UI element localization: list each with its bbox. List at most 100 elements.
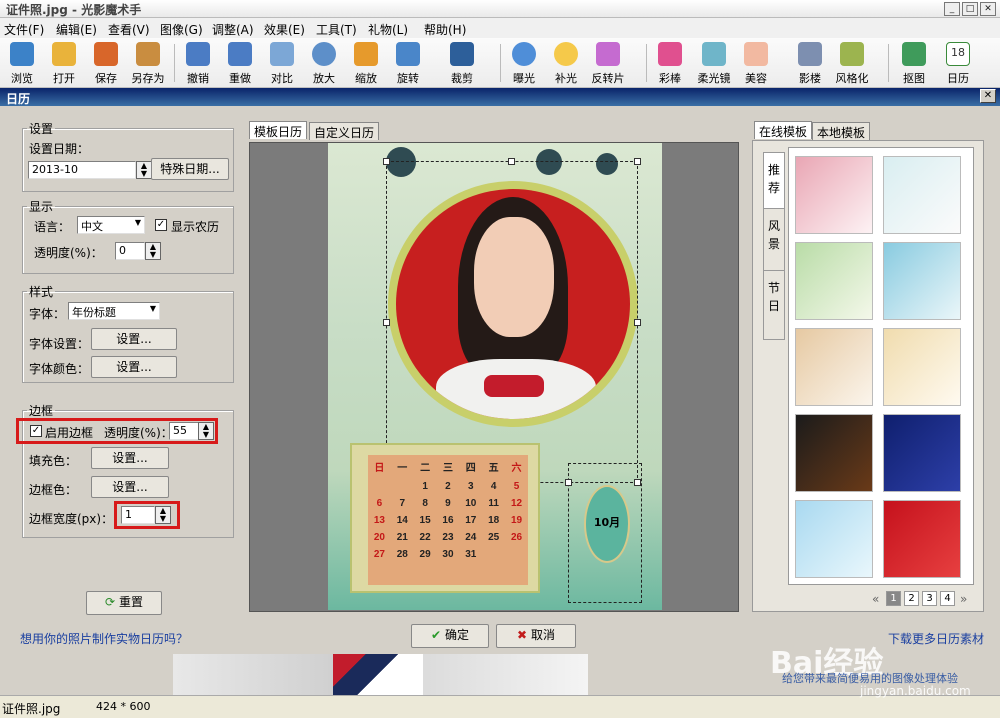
- studio-button[interactable]: 影楼: [790, 38, 830, 88]
- menu-file[interactable]: 文件(F): [4, 21, 44, 38]
- menu-adjust[interactable]: 调整(A): [212, 21, 254, 38]
- menu-image[interactable]: 图像(G): [160, 21, 203, 38]
- window-close-button[interactable]: ✕: [980, 2, 996, 16]
- dialog-title: 日历: [0, 88, 1000, 106]
- fill-color-button[interactable]: 设置...: [91, 447, 169, 469]
- compare-icon: [270, 42, 294, 66]
- calendar-day: 8: [422, 498, 428, 509]
- exposure-button[interactable]: 曝光: [504, 38, 544, 88]
- font-settings-button[interactable]: 设置...: [91, 328, 177, 350]
- date-spinner[interactable]: ▲ ▼: [136, 161, 152, 179]
- font-select[interactable]: 年份标题 ▼: [68, 302, 160, 320]
- display-group: 显示: [22, 198, 234, 274]
- stylize-button[interactable]: 风格化: [832, 38, 872, 88]
- minimize-button[interactable]: _: [944, 2, 960, 16]
- page-2-button[interactable]: 2: [904, 591, 919, 606]
- weekday-label: 六: [511, 463, 522, 474]
- border-color-button[interactable]: 设置...: [91, 476, 169, 498]
- toolbar: 浏览 打开 保存 另存为 撤销 重做 对比 放大 缩放 旋转 裁剪 曝光 补光 …: [0, 38, 1000, 88]
- side-tab-festival[interactable]: 节日: [763, 270, 785, 340]
- page-1-button[interactable]: 1: [886, 591, 901, 606]
- resize-handle[interactable]: [634, 479, 641, 486]
- template-thumbnail[interactable]: [883, 328, 961, 406]
- zoom-in-button[interactable]: 放大: [304, 38, 344, 88]
- weekday-label: 三: [442, 463, 453, 474]
- menu-effect[interactable]: 效果(E): [264, 21, 305, 38]
- browse-button[interactable]: 浏览: [2, 38, 42, 88]
- template-thumbnail[interactable]: [883, 500, 961, 578]
- maximize-button[interactable]: □: [962, 2, 978, 16]
- border-opacity-input[interactable]: 55: [169, 422, 199, 440]
- font-color-button[interactable]: 设置...: [91, 356, 177, 378]
- template-thumbnail[interactable]: [795, 156, 873, 234]
- template-thumbnail[interactable]: [883, 414, 961, 492]
- display-opacity-spinner[interactable]: ▲ ▼: [145, 242, 161, 260]
- menu-edit[interactable]: 编辑(E): [56, 21, 97, 38]
- date-input[interactable]: 2013-10: [28, 161, 136, 179]
- toolbar-separator: [174, 44, 175, 82]
- resize-handle[interactable]: [508, 158, 515, 165]
- template-thumbnail[interactable]: [795, 328, 873, 406]
- resize-handle[interactable]: [565, 479, 572, 486]
- tab-online-templates[interactable]: 在线模板: [754, 121, 813, 139]
- calendar-button[interactable]: 18 日历: [938, 38, 978, 88]
- dialog-close-button[interactable]: ✕: [980, 89, 996, 103]
- resize-handle[interactable]: [634, 319, 641, 326]
- reversal-film-button[interactable]: 反转片: [588, 38, 628, 88]
- resize-handle[interactable]: [383, 319, 390, 326]
- save-button[interactable]: 保存: [86, 38, 126, 88]
- prev-page-button[interactable]: «: [872, 592, 879, 606]
- cancel-button[interactable]: ✖ 取消: [496, 624, 576, 648]
- rotate-button[interactable]: 旋转: [388, 38, 428, 88]
- calendar-page[interactable]: 日一二三四五六 1 2 3 4 5 6 7 8 9 10 11 12 13 14 15 16 17 18 19 20 2…: [328, 143, 662, 610]
- template-thumbnail[interactable]: [795, 242, 873, 320]
- menu-view[interactable]: 查看(V): [108, 21, 150, 38]
- template-thumbnail[interactable]: [795, 414, 873, 492]
- display-opacity-label: 透明度(%)：: [34, 246, 103, 260]
- tab-local-templates[interactable]: 本地模板: [812, 122, 871, 140]
- cutout-button[interactable]: 抠图: [894, 38, 934, 88]
- weekday-label: 五: [488, 463, 499, 474]
- open-button[interactable]: 打开: [44, 38, 84, 88]
- menu-help[interactable]: 帮助(H): [424, 21, 466, 38]
- resize-handle[interactable]: [634, 158, 641, 165]
- save-as-button[interactable]: 另存为: [128, 38, 168, 88]
- fill-light-button[interactable]: 补光: [546, 38, 586, 88]
- color-wand-button[interactable]: 彩棒: [650, 38, 690, 88]
- compare-button[interactable]: 对比: [262, 38, 302, 88]
- border-width-spinner[interactable]: ▲ ▼: [155, 506, 171, 524]
- language-select[interactable]: 中文 ▼: [77, 216, 145, 234]
- template-thumbnail[interactable]: [883, 242, 961, 320]
- menu-tools[interactable]: 工具(T): [316, 21, 357, 38]
- resize-button[interactable]: 缩放: [346, 38, 386, 88]
- redo-button[interactable]: 重做: [220, 38, 260, 88]
- page-4-button[interactable]: 4: [940, 591, 955, 606]
- lunar-checkbox[interactable]: ✓: [155, 219, 167, 231]
- ok-button[interactable]: ✔ 确定: [411, 624, 489, 648]
- download-templates-link[interactable]: 下载更多日历素材: [888, 630, 984, 647]
- next-page-button[interactable]: »: [960, 592, 967, 606]
- border-opacity-spinner[interactable]: ▲ ▼: [198, 422, 214, 440]
- undo-button[interactable]: 撤销: [178, 38, 218, 88]
- display-opacity-input[interactable]: 0: [115, 242, 145, 260]
- print-calendar-link[interactable]: 想用你的照片制作实物日历吗？: [20, 630, 188, 647]
- tab-template-calendar[interactable]: 模板日历: [249, 121, 308, 139]
- language-value: 中文: [81, 220, 103, 233]
- special-date-button[interactable]: 特殊日期...: [151, 158, 229, 180]
- soft-focus-button[interactable]: 柔光镜: [694, 38, 734, 88]
- selection-box[interactable]: [386, 161, 638, 483]
- crop-button[interactable]: 裁剪: [442, 38, 482, 88]
- side-tab-scenery[interactable]: 风景: [763, 208, 785, 278]
- reset-button[interactable]: ⟳ 重置: [86, 591, 162, 615]
- crop-icon: [450, 42, 474, 66]
- tab-custom-calendar[interactable]: 自定义日历: [309, 122, 380, 140]
- template-thumbnail[interactable]: [795, 500, 873, 578]
- enable-border-checkbox[interactable]: ✓: [30, 425, 42, 437]
- resize-handle[interactable]: [383, 158, 390, 165]
- template-thumbnail[interactable]: [883, 156, 961, 234]
- calendar-grid: 日一二三四五六 1 2 3 4 5 6 7 8 9 10 11 12 13 14 15 16 17 18 19 20 2…: [368, 455, 528, 563]
- border-width-input[interactable]: 1: [121, 506, 155, 524]
- page-3-button[interactable]: 3: [922, 591, 937, 606]
- beauty-button[interactable]: 美容: [736, 38, 776, 88]
- menu-gift[interactable]: 礼物(L): [368, 21, 408, 38]
